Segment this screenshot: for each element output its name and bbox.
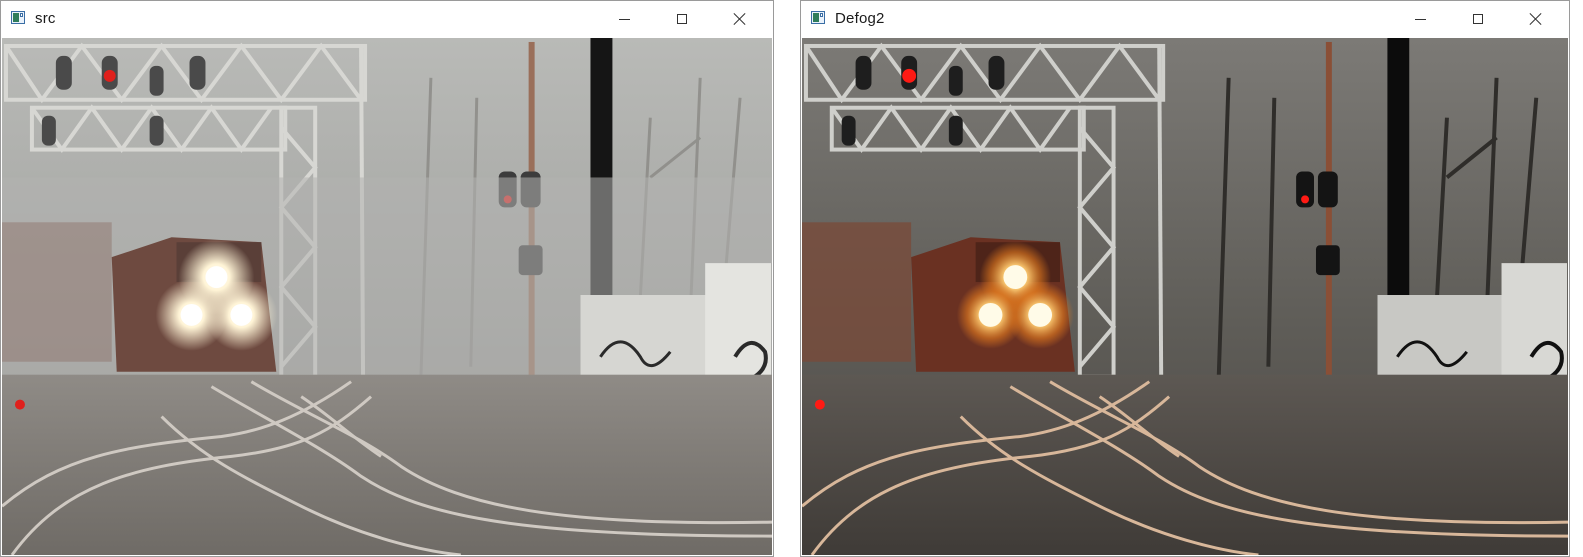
close-icon xyxy=(733,12,747,26)
title-bar[interactable]: Defog2 xyxy=(801,1,1569,37)
close-button[interactable] xyxy=(1513,1,1559,37)
app-icon xyxy=(811,11,825,24)
image-canvas-src xyxy=(2,38,772,555)
image-canvas-defog2 xyxy=(802,38,1568,555)
maximize-button[interactable] xyxy=(659,1,705,37)
minimize-button[interactable] xyxy=(1397,1,1443,37)
defogged-train-image xyxy=(802,38,1568,555)
minimize-icon xyxy=(618,18,630,20)
foggy-train-image xyxy=(2,38,772,555)
window-title: Defog2 xyxy=(835,10,885,27)
maximize-icon xyxy=(677,14,687,24)
maximize-button[interactable] xyxy=(1455,1,1501,37)
maximize-icon xyxy=(1473,14,1483,24)
close-button[interactable] xyxy=(717,1,763,37)
title-bar[interactable]: src xyxy=(1,1,773,37)
minimize-icon xyxy=(1414,18,1426,20)
window-title: src xyxy=(35,10,56,27)
minimize-button[interactable] xyxy=(601,1,647,37)
image-window-defog2: Defog2 xyxy=(800,0,1570,557)
close-icon xyxy=(1529,12,1543,26)
image-window-src: src xyxy=(0,0,774,557)
app-icon xyxy=(11,11,25,24)
